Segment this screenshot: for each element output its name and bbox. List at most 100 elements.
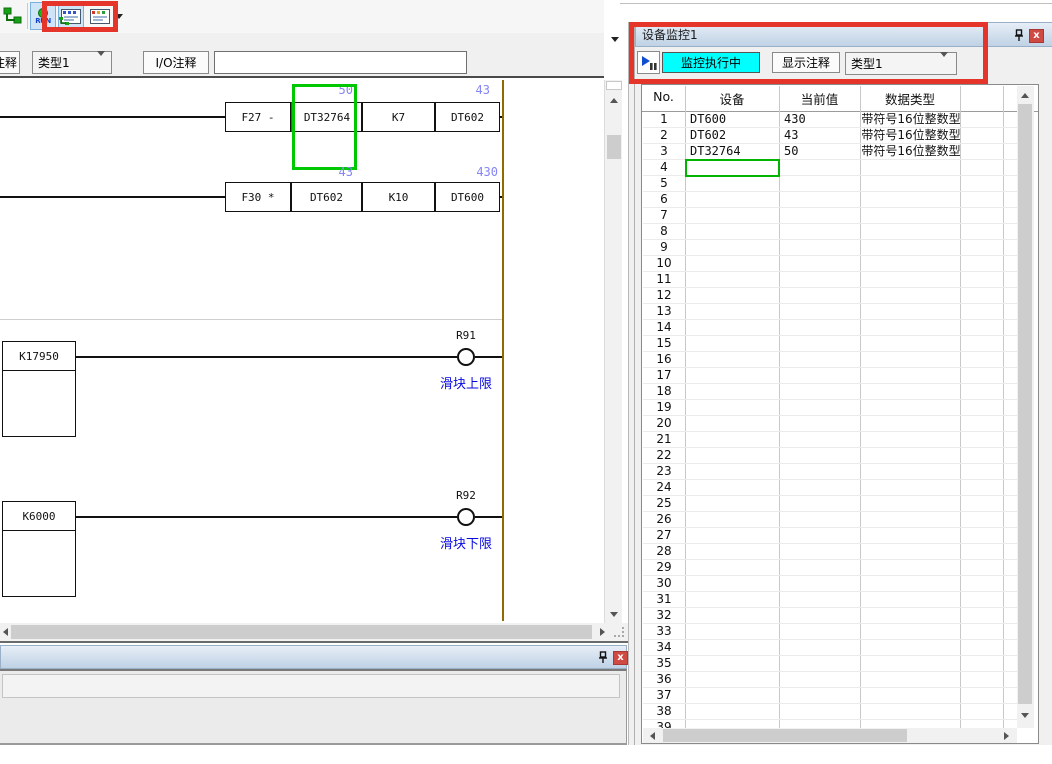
scroll-left-button[interactable]: [645, 729, 659, 742]
ladder-hscrollbar[interactable]: [0, 623, 628, 641]
table-row[interactable]: 25: [643, 496, 1018, 512]
scroll-up-button[interactable]: [607, 93, 621, 107]
table-row[interactable]: 15: [643, 336, 1018, 352]
scroll-down-button[interactable]: [1018, 708, 1032, 722]
ladder-box-f27[interactable]: F27 -: [225, 102, 291, 132]
table-row[interactable]: 39: [643, 720, 1018, 728]
table-cell[interactable]: 11: [643, 272, 685, 287]
table-cell[interactable]: 6: [643, 192, 685, 207]
monitor-window-2-button[interactable]: [87, 2, 113, 30]
table-cell[interactable]: 7: [643, 208, 685, 223]
table-row[interactable]: 5: [643, 176, 1018, 192]
table-cell[interactable]: DT600: [690, 112, 726, 127]
table-row[interactable]: 10: [643, 256, 1018, 272]
table-row[interactable]: 17: [643, 368, 1018, 384]
table-row[interactable]: 1 DT600 430 带符号16位整数型: [643, 112, 1018, 128]
monitor-dropdown-caret[interactable]: [115, 14, 123, 19]
table-cell[interactable]: 35: [643, 656, 685, 671]
comment-button[interactable]: 注释: [0, 51, 20, 74]
io-comment-input[interactable]: [214, 51, 467, 74]
table-cell[interactable]: DT32764: [690, 144, 741, 159]
table-cell[interactable]: 430: [784, 112, 806, 127]
table-cell[interactable]: 25: [643, 496, 685, 511]
table-row[interactable]: 32: [643, 608, 1018, 624]
table-cell[interactable]: 26: [643, 512, 685, 527]
table-row[interactable]: 34: [643, 640, 1018, 656]
pin-icon[interactable]: [597, 651, 609, 664]
io-comment-button[interactable]: I/O注释: [143, 51, 209, 74]
table-row[interactable]: 36: [643, 672, 1018, 688]
table-row[interactable]: 28: [643, 544, 1018, 560]
table-cell[interactable]: 28: [643, 544, 685, 559]
table-cell[interactable]: 33: [643, 624, 685, 639]
scroll-right-button[interactable]: [594, 625, 610, 639]
monitor-playpause-button[interactable]: [637, 51, 660, 74]
hscroll-thumb[interactable]: [11, 625, 592, 639]
table-cell[interactable]: 32: [643, 608, 685, 623]
table-cell[interactable]: 9: [643, 240, 685, 255]
table-cell[interactable]: 21: [643, 432, 685, 447]
table-row[interactable]: 24: [643, 480, 1018, 496]
table-cell[interactable]: 37: [643, 688, 685, 703]
table-row[interactable]: 30: [643, 576, 1018, 592]
ladder-editor[interactable]: F27 - DT32764 K7 DT602 50 43 F30 * DT602…: [0, 80, 604, 623]
scroll-up-button[interactable]: [1018, 88, 1032, 102]
table-row[interactable]: 26: [643, 512, 1018, 528]
table-cell[interactable]: 5: [643, 176, 685, 191]
run-mode-button[interactable]: RUN: [30, 2, 56, 30]
table-cell[interactable]: 17: [643, 368, 685, 383]
ladder-contact-k17950[interactable]: K17950: [2, 341, 76, 371]
table-row[interactable]: 20: [643, 416, 1018, 432]
monitor-vscrollbar[interactable]: [1017, 86, 1034, 728]
table-row[interactable]: 2DT60243带符号16位整数型: [643, 128, 1018, 144]
vscroll-thumb[interactable]: [607, 135, 621, 159]
monitor-hscrollbar[interactable]: [643, 728, 1017, 743]
table-cell[interactable]: 39: [643, 720, 685, 728]
toolbar-overflow-caret[interactable]: [611, 37, 619, 42]
show-comment-button[interactable]: 显示注释: [772, 52, 840, 73]
table-cell[interactable]: 36: [643, 672, 685, 687]
hscroll-thumb[interactable]: [663, 729, 907, 742]
table-row[interactable]: 11: [643, 272, 1018, 288]
table-cell[interactable]: 13: [643, 304, 685, 319]
scrollbar-split-box[interactable]: [606, 81, 622, 90]
table-cell[interactable]: 30: [643, 576, 685, 591]
table-cell[interactable]: 43: [784, 128, 798, 143]
table-row[interactable]: 33: [643, 624, 1018, 640]
scroll-down-button[interactable]: [607, 607, 621, 621]
table-row[interactable]: 6: [643, 192, 1018, 208]
table-cell[interactable]: 带符号16位整数型: [861, 112, 961, 127]
monitor-type-select[interactable]: 类型1: [845, 52, 957, 75]
table-cell[interactable]: 19: [643, 400, 685, 415]
table-row[interactable]: 16: [643, 352, 1018, 368]
ladder-contact-k6000[interactable]: K6000: [2, 501, 76, 531]
resize-grip-icon[interactable]: [614, 627, 625, 638]
scroll-right-button[interactable]: [999, 729, 1013, 742]
table-cell[interactable]: 38: [643, 704, 685, 719]
table-cell[interactable]: 31: [643, 592, 685, 607]
table-cell[interactable]: 带符号16位整数型: [861, 128, 961, 143]
table-cell[interactable]: 23: [643, 464, 685, 479]
ladder-box-dt600[interactable]: DT600: [435, 182, 500, 212]
table-cell[interactable]: 29: [643, 560, 685, 575]
table-row[interactable]: 29: [643, 560, 1018, 576]
table-cell[interactable]: 27: [643, 528, 685, 543]
network-icon-button[interactable]: [1, 2, 25, 30]
table-cell[interactable]: 12: [643, 288, 685, 303]
table-cell[interactable]: 1: [643, 112, 685, 127]
ladder-box-dt602-2[interactable]: DT602: [291, 182, 362, 212]
coil-r92[interactable]: [457, 508, 475, 526]
table-row[interactable]: 7: [643, 208, 1018, 224]
table-cell[interactable]: 16: [643, 352, 685, 367]
table-cell[interactable]: 15: [643, 336, 685, 351]
table-cell[interactable]: 带符号16位整数型: [861, 144, 961, 159]
table-cell[interactable]: 14: [643, 320, 685, 335]
table-cell[interactable]: 10: [643, 256, 685, 271]
table-row[interactable]: 27: [643, 528, 1018, 544]
table-row[interactable]: 31: [643, 592, 1018, 608]
ladder-box-f30[interactable]: F30 *: [225, 182, 291, 212]
table-row[interactable]: 19: [643, 400, 1018, 416]
vscroll-thumb[interactable]: [1018, 104, 1032, 704]
table-row[interactable]: 38: [643, 704, 1018, 720]
comment-type-select[interactable]: 类型1: [32, 51, 112, 74]
